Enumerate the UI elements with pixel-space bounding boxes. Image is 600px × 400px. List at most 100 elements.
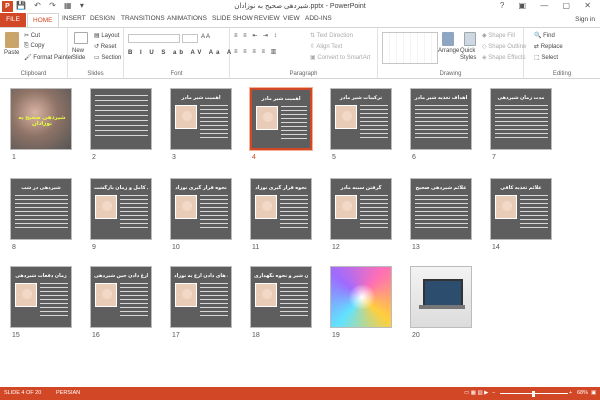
slides-group-label: Slides [87,71,104,77]
slide-photo [335,105,357,129]
slide-thumbnail[interactable]: آرغ دادن حین شیردهی [90,266,152,328]
slide-title: موارد منع شیردهی کامل و زمان بازگشت [94,185,148,191]
slide-number: 17 [172,332,180,339]
slide-number: 2 [92,154,96,161]
align-buttons[interactable]: ≡ ≡ ≡ ≡ ▥ [234,48,278,55]
font-format-buttons[interactable]: B I U S ab AV Aa A [128,50,234,56]
paste-button[interactable]: Paste [4,50,19,56]
fit-window-icon[interactable]: ▣ [591,390,596,396]
tab-add-ins[interactable]: ADD-INS [305,15,332,22]
tab-view[interactable]: VIEW [283,15,300,22]
slide-text-lines [120,283,148,317]
slide-thumbnail[interactable]: موارد منع شیردهی کامل و زمان بازگشت [90,178,152,240]
text-direction-button[interactable]: ⇅ Text Direction [310,32,353,39]
font-size-box[interactable] [182,34,198,43]
tab-design[interactable]: DESIGN [90,15,115,22]
sign-in-link[interactable]: Sign in [575,16,595,23]
view-buttons[interactable]: ▭ ▦ ▥ ▶ [464,390,488,396]
tab-slide-show[interactable]: SLIDE SHOW [212,15,253,22]
tab-transitions[interactable]: TRANSITIONS [121,15,165,22]
slide-thumbnail[interactable]: علائم شیردهی صحیح [410,178,472,240]
format-painter-button[interactable]: 🖌 Format Painter [24,54,73,61]
section-label: Section [101,55,122,61]
zoom-slider-handle[interactable] [532,391,535,397]
quick-styles-icon[interactable] [464,32,476,46]
tab-file[interactable]: FILE [0,13,26,27]
reset-button[interactable]: ↺ Reset [94,43,116,50]
align-text-button[interactable]: ⇳ Align Text [310,43,342,50]
paste-icon[interactable] [5,32,19,48]
slide-thumbnail[interactable]: نحوه قرار گیری نوزاد [170,178,232,240]
slide-thumbnail-laptop[interactable] [410,266,472,328]
shape-outline-button[interactable]: ◇ Shape Outline [482,43,526,50]
replace-label: Replace [540,44,563,50]
slide-title: زمان دفعات شیردهی [15,273,67,279]
shapes-gallery[interactable] [382,32,438,64]
window-controls[interactable]: ? ▣ — ▢ ✕ [500,1,597,10]
slide-thumbnail[interactable]: ترکیبات شیر مادر [330,88,392,150]
slide-number: 10 [172,244,180,251]
tab-review[interactable]: REVIEW [254,15,280,22]
zoom-level[interactable]: 68% [577,390,588,396]
slide-text-lines [360,195,388,229]
tab-animations[interactable]: ANIMATIONS [167,15,207,22]
quick-styles-button[interactable]: Quick Styles [460,48,482,62]
shape-effects-button[interactable]: ◈ Shape Effects [482,54,526,61]
slide-thumbnail[interactable]: شیردهی در شب [10,178,72,240]
language-indicator[interactable]: PERSIAN [56,390,80,396]
cut-button[interactable]: ✂ Cut [24,32,40,39]
shape-fill-button[interactable]: ◆ Shape Fill [482,32,515,39]
drawing-group: Arrange Quick Styles ◆ Shape Fill ◇ Shap… [378,28,526,78]
slide-photo [15,283,37,307]
font-name-box[interactable] [128,34,180,43]
slide-thumbnail[interactable]: نحوه قرار گیری نوزاد [250,178,312,240]
slide-text-lines [200,105,228,139]
slide-number: 6 [412,154,416,161]
new-slide-icon[interactable] [74,32,88,44]
slide-thumbnail[interactable]: علائم تغذیه کافی [490,178,552,240]
convert-smartart-button[interactable]: ▣ Convert to SmartArt [310,54,370,61]
slide-photo [255,283,277,307]
slide-thumbnail[interactable]: اهمیت شیر مادر [170,88,232,150]
slide-thumbnail-abstract[interactable] [330,266,392,328]
copy-button[interactable]: ⎘ Copy [24,43,44,50]
replace-button[interactable]: ⇄ Replace [534,43,563,50]
slide-title: دوشیدن شیر و نحوه نگهداری [254,273,308,279]
slide-title: شیردهی در شب [21,185,61,191]
zoom-in-button[interactable]: + [569,390,572,396]
new-slide-button[interactable]: New Slide [72,48,92,62]
font-grow-shrink-icon[interactable]: A A [201,34,210,40]
find-button[interactable]: 🔍 Find [534,32,555,39]
shape-fill-label: Shape Fill [488,33,515,39]
convert-smartart-label: Convert to SmartArt [317,55,371,61]
slide-thumbnail[interactable]: دوشیدن شیر و نحوه نگهداری [250,266,312,328]
slide-thumbnail[interactable]: گرفتن سینه مادر [330,178,392,240]
arrange-icon[interactable] [442,32,454,46]
tab-insert[interactable]: INSERT [62,15,86,22]
arrange-button[interactable]: Arrange [438,48,459,54]
cut-label: Cut [30,33,41,39]
slide-number: 1 [12,154,16,161]
zoom-out-button[interactable]: − [492,390,495,396]
section-button[interactable]: ▭ Section [94,54,121,61]
slide-text-lines [280,195,308,229]
slide-cover-title: شیردهی صحیح به نوزادان [18,115,66,127]
slide-title: اهداف تغذیه شیر مادر [414,95,468,101]
slide-thumbnail[interactable]: اهمیت شیر مادر [249,87,313,151]
slide-thumbnail[interactable]: زمان دفعات شیردهی [10,266,72,328]
slide-thumbnail[interactable]: اهداف تغذیه شیر مادر [410,88,472,150]
slide-thumbnail[interactable]: تکنیک های دادن آرغ به نوزاد [170,266,232,328]
tab-home[interactable]: HOME [27,13,59,27]
slide-number: 20 [412,332,420,339]
layout-button[interactable]: ▤ Layout [94,32,119,39]
slide-photo [175,195,197,219]
copy-label: Copy [30,43,45,49]
list-buttons[interactable]: ≡ ≡ ⇤ ⇥ ↕ [234,32,279,39]
slide-thumbnail[interactable] [90,88,152,150]
slide-text-lines [281,106,307,140]
slide-thumbnail[interactable]: مدت زمان شیردهی [490,88,552,150]
slide-number: 16 [92,332,100,339]
reset-label: Reset [100,44,117,50]
select-button[interactable]: ⬚ Select [534,54,558,61]
slide-thumbnail[interactable]: شیردهی صحیح به نوزادان [10,88,72,150]
